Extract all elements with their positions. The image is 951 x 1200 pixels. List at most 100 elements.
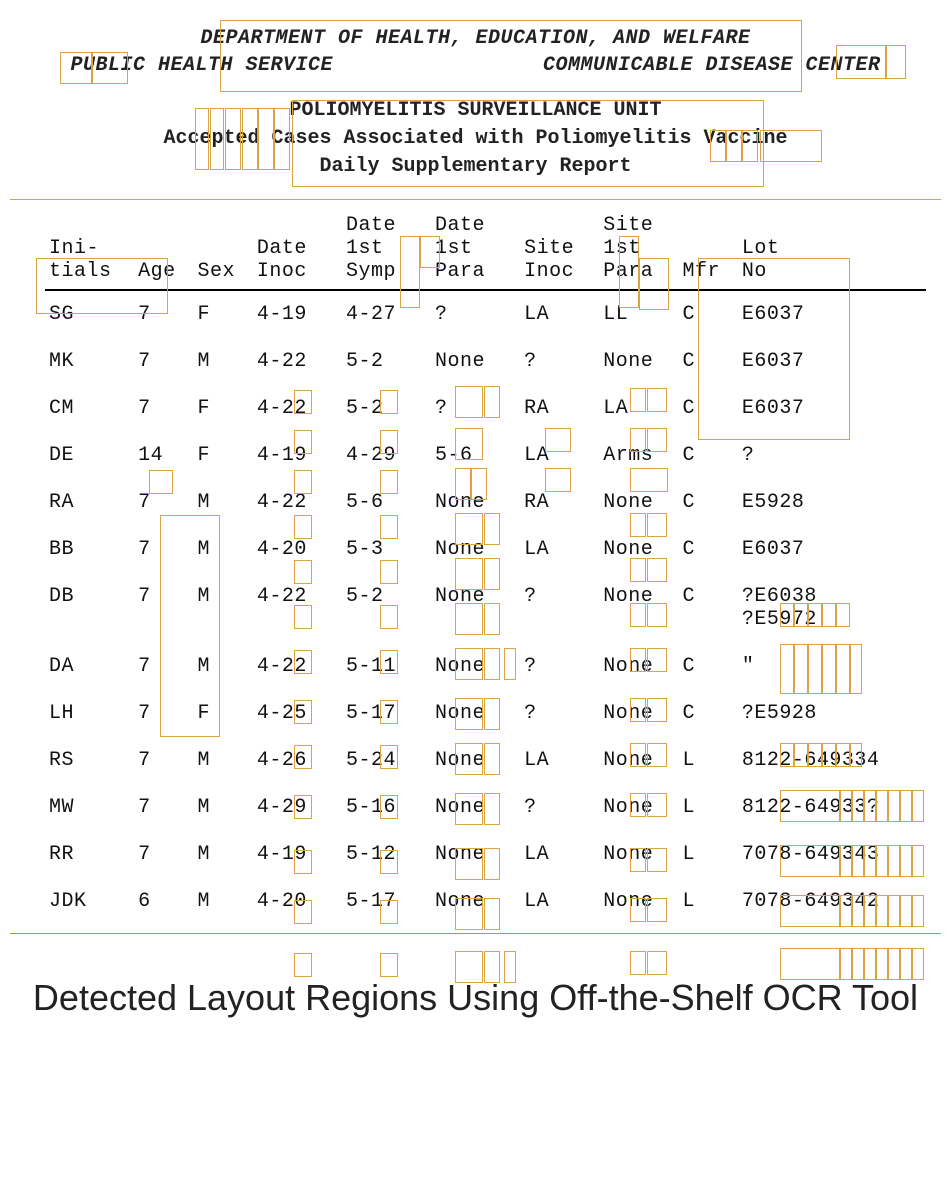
table-cell: None [431, 690, 520, 737]
table-cell: F [193, 690, 252, 737]
table-cell: ?E5928 [738, 690, 926, 737]
table-cell: None [599, 784, 678, 831]
table-cell: None [431, 831, 520, 878]
table-cell: MK [45, 338, 134, 385]
table-row: SG7F4-194-27?LALLCE6037 [45, 290, 926, 338]
table-cell: 5-17 [342, 690, 431, 737]
cases-table: Ini- tials Age Sex Date Inoc Date 1st Sy… [45, 210, 926, 925]
table-cell: RA [520, 385, 599, 432]
table-cell: L [678, 784, 737, 831]
table-cell: 4-26 [253, 737, 342, 784]
subheader-line-1: POLIOMYELITIS SURVEILLANCE UNIT [40, 97, 911, 125]
table-header-row: Ini- tials Age Sex Date Inoc Date 1st Sy… [45, 210, 926, 290]
table-cell: 7 [134, 290, 193, 338]
table-cell: ? [520, 784, 599, 831]
table-row: MK7M4-225-2None?NoneCE6037 [45, 338, 926, 385]
table-cell: MW [45, 784, 134, 831]
table-cell: 5-11 [342, 643, 431, 690]
table-cell: 7 [134, 526, 193, 573]
header-line-1: DEPARTMENT OF HEALTH, EDUCATION, AND WEL… [40, 25, 911, 52]
table-cell: 7 [134, 338, 193, 385]
table-cell: 7 [134, 643, 193, 690]
table-cell: RA [45, 479, 134, 526]
table-cell: 4-22 [253, 479, 342, 526]
table-row: RA7M4-225-6NoneRANoneCE5928 [45, 479, 926, 526]
table-cell: 7 [134, 385, 193, 432]
table-cell: 4-19 [253, 290, 342, 338]
table-cell: None [431, 878, 520, 925]
col-date-1st-symp: Date 1st Symp [342, 210, 431, 290]
table-row: LH7F4-255-17None?NoneC?E5928 [45, 690, 926, 737]
table-cell: 5-2 [342, 385, 431, 432]
table-cell: M [193, 526, 252, 573]
table-cell: C [678, 338, 737, 385]
header-line-2-right: COMMUNICABLE DISEASE CENTER [543, 52, 881, 79]
table-cell: C [678, 290, 737, 338]
table-cell: F [193, 290, 252, 338]
table-cell: 7 [134, 479, 193, 526]
table-cell: 8122-649334 [738, 737, 926, 784]
table-cell: 7 [134, 784, 193, 831]
table-cell: C [678, 573, 737, 643]
table-cell: ? [520, 338, 599, 385]
table-row: DA7M4-225-11None?NoneC" [45, 643, 926, 690]
table-cell: ? [520, 643, 599, 690]
table-cell: BB [45, 526, 134, 573]
col-age: Age [134, 210, 193, 290]
table-cell: 5-2 [342, 338, 431, 385]
table-cell: None [599, 831, 678, 878]
table-cell: 4-27 [342, 290, 431, 338]
table-cell: ? [738, 432, 926, 479]
table-cell: LA [520, 878, 599, 925]
table-cell: 7 [134, 831, 193, 878]
table-cell: E6037 [738, 338, 926, 385]
table-cell: L [678, 878, 737, 925]
table-cell: LL [599, 290, 678, 338]
table-cell: None [431, 338, 520, 385]
table-cell: RA [520, 479, 599, 526]
document-subheader: POLIOMYELITIS SURVEILLANCE UNIT Accepted… [0, 91, 951, 199]
table-cell: 5-6 [431, 432, 520, 479]
table-cell: M [193, 737, 252, 784]
col-sex: Sex [193, 210, 252, 290]
table-cell: None [599, 690, 678, 737]
table-cell: None [599, 573, 678, 643]
col-date-inoc: Date Inoc [253, 210, 342, 290]
table-cell: 5-16 [342, 784, 431, 831]
table-cell: None [431, 643, 520, 690]
table-cell: M [193, 643, 252, 690]
table-cell: None [431, 737, 520, 784]
table-cell: F [193, 432, 252, 479]
table-cell: None [431, 526, 520, 573]
table-cell: LA [520, 737, 599, 784]
col-site-inoc: Site Inoc [520, 210, 599, 290]
table-cell: ? [520, 573, 599, 643]
table-cell: 7 [134, 573, 193, 643]
table-cell: C [678, 690, 737, 737]
table-cell: DB [45, 573, 134, 643]
subheader-line-3: Daily Supplementary Report [40, 153, 911, 181]
table-cell: ? [431, 385, 520, 432]
table-cell: LA [520, 831, 599, 878]
table-cell: 4-29 [342, 432, 431, 479]
table-cell: C [678, 479, 737, 526]
document-header: DEPARTMENT OF HEALTH, EDUCATION, AND WEL… [0, 25, 951, 91]
table-cell: RR [45, 831, 134, 878]
table-cell: E6037 [738, 290, 926, 338]
subheader-line-2: Accepted Cases Associated with Poliomyel… [40, 125, 911, 153]
table-cell: None [431, 784, 520, 831]
table-row: DE14F4-194-295-6LAArmsC? [45, 432, 926, 479]
table-cell: 14 [134, 432, 193, 479]
table-cell: E5928 [738, 479, 926, 526]
table-row: MW7M4-295-16None?NoneL8122-64933? [45, 784, 926, 831]
table-cell: 4-20 [253, 878, 342, 925]
table-cell: M [193, 573, 252, 643]
table-cell: Arms [599, 432, 678, 479]
table-row: RR7M4-195-12NoneLANoneL7078-649343 [45, 831, 926, 878]
table-cell: M [193, 784, 252, 831]
table-cell: LA [599, 385, 678, 432]
table-cell: CM [45, 385, 134, 432]
table-cell: M [193, 878, 252, 925]
table-cell: C [678, 385, 737, 432]
col-lot-no: Lot No [738, 210, 926, 290]
